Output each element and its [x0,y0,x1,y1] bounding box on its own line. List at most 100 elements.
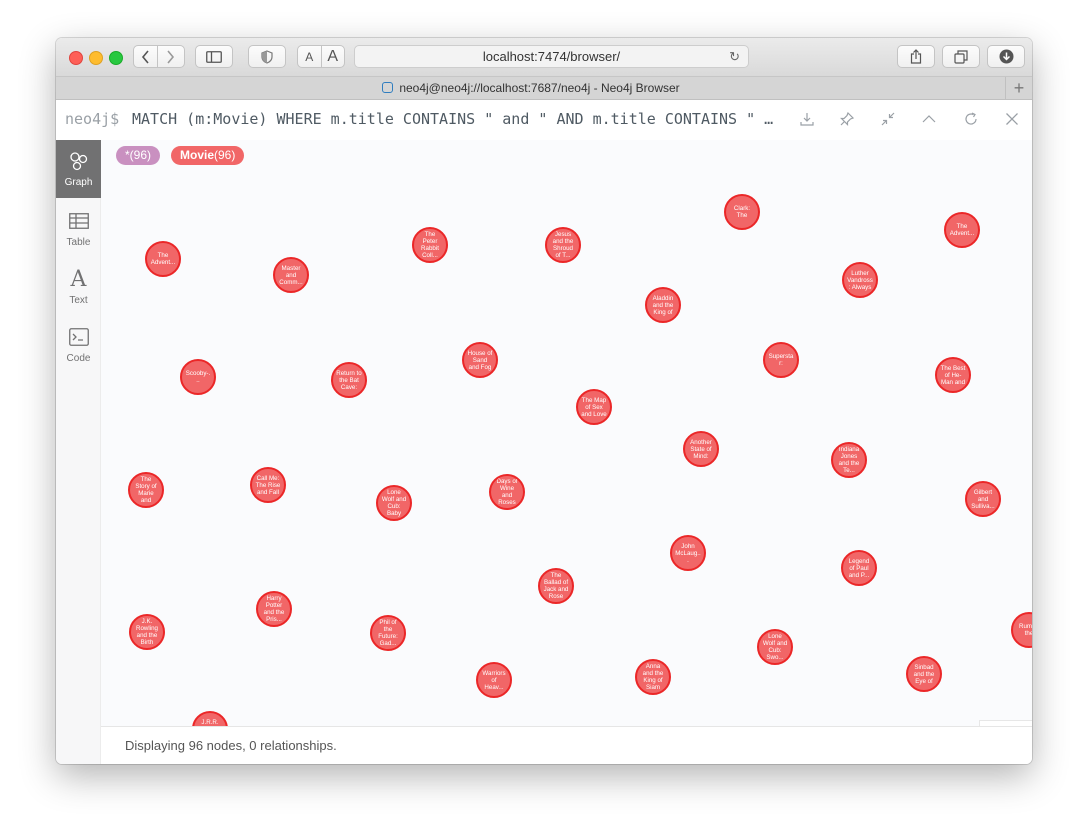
export-button[interactable] [796,108,818,130]
movie-node[interactable]: The Peter Rabbit Coll... [412,227,448,263]
graph-canvas[interactable]: *(96) Movie(96) Clark: The The Advent... T… [101,140,1032,726]
pin-button[interactable] [836,108,858,130]
legend-count: (96) [214,148,236,162]
movie-node[interactable]: J.R.R. Tolkien and the [192,711,228,726]
address-bar[interactable]: localhost:7474/browser/ ↻ [354,45,749,68]
movie-node[interactable]: Another State of Mind: [683,431,719,467]
status-text: Displaying 96 nodes, 0 relationships. [125,738,337,753]
collapse-button[interactable] [877,108,899,130]
address-text: localhost:7474/browser/ [482,49,621,64]
close-window-button[interactable] [69,51,83,65]
movie-node[interactable]: Call Me: The Rise and Fall [250,467,286,503]
browser-window: A A localhost:7474/browser/ ↻ neo4j@neo4… [56,38,1032,764]
movie-node[interactable]: Lone Wolf and Cub: Baby [376,485,412,521]
text-size-control: A A [297,45,345,68]
tabs-overview-button[interactable] [942,45,980,68]
view-tab-label: Code [66,353,91,364]
movie-node[interactable]: Rum of the [1011,612,1032,648]
decrease-text-size-button[interactable]: A [298,46,321,67]
increase-text-size-button[interactable]: A [320,46,345,67]
collapse-arrows-icon [881,112,895,126]
active-tab[interactable]: neo4j@neo4j://localhost:7687/neo4j - Neo… [56,81,1006,95]
tab-bar: neo4j@neo4j://localhost:7687/neo4j - Neo… [56,76,1032,100]
title-bar: A A localhost:7474/browser/ ↻ [56,38,1032,76]
sidebar-icon [206,50,222,63]
minimize-window-button[interactable] [89,51,103,65]
movie-node[interactable]: Anna and the King of Siam [635,659,671,695]
shield-icon [261,49,273,64]
movie-node[interactable]: Master and Comm... [273,257,309,293]
movie-node[interactable]: Return to the Bat Cave: [331,362,367,398]
view-tab-code[interactable]: Code [56,316,101,374]
share-icon [910,49,922,64]
movie-node[interactable]: The Advent... [145,241,181,277]
movie-node[interactable]: Jesus and the Shroud of T... [545,227,581,263]
movie-node[interactable]: The Advent... [944,212,980,248]
movie-node[interactable]: Warriors of Heav... [476,662,512,698]
rerun-button[interactable] [960,108,982,130]
refresh-icon [965,112,977,125]
movie-node[interactable]: Luther Vandross: Always [842,262,878,298]
view-tab-label: Table [66,237,91,248]
movie-node[interactable]: Aladdin and the King of [645,287,681,323]
movie-node[interactable]: The Best of He-Man and [935,357,971,393]
chevron-up-icon [922,115,936,123]
view-tab-text[interactable]: A Text [56,258,101,316]
legend-label: Movie [180,148,215,162]
download-icon [800,113,814,126]
movie-node[interactable]: Scooby-... [180,359,216,395]
movie-node[interactable]: The Story of Marie and [128,472,164,508]
movie-node[interactable]: Harry Potter and the Pris... [256,591,292,627]
movie-node[interactable]: Clark: The [724,194,760,230]
status-bar: Displaying 96 nodes, 0 relationships. [101,726,1032,764]
pin-icon [840,112,854,126]
chevron-right-icon [166,49,174,64]
movie-node[interactable]: Indiana Jones and the Te... [831,442,867,478]
movie-node[interactable]: Superstar: [763,342,799,378]
movie-node[interactable]: The Map of Sex and Love [576,389,612,425]
download-icon [999,49,1013,64]
movie-node[interactable]: House of Sand and Fog [462,342,498,378]
share-button[interactable] [897,45,935,68]
movie-node[interactable]: Sinbad and the Eye of [906,656,942,692]
cypher-prompt: neo4j$ [65,110,120,128]
forward-button[interactable] [157,46,181,67]
tab-title-text: neo4j@neo4j://localhost:7687/neo4j - Neo… [399,81,680,95]
fold-button[interactable] [918,108,940,130]
code-icon [56,324,101,350]
close-frame-button[interactable] [1001,108,1023,130]
neo4j-favicon-icon [382,82,394,93]
view-tab-graph[interactable]: Graph [56,140,101,198]
movie-node[interactable]: Phil of the Future: Gad... [370,615,406,651]
text-icon: A [70,266,87,292]
movie-node[interactable]: Days of Wine and Roses [489,474,525,510]
movie-node[interactable]: John McLaug... [670,535,706,571]
graph-icon [56,148,101,174]
reload-icon[interactable]: ↻ [729,49,740,65]
legend-movie-label[interactable]: Movie(96) [171,146,245,165]
view-switcher: Graph Table A Text Code [56,140,101,764]
sidebar-toggle-button[interactable] [195,45,233,68]
legend-count: (96) [129,148,152,162]
legend-all-nodes[interactable]: *(96) [116,146,161,165]
downloads-button[interactable] [987,45,1025,68]
query-input[interactable]: MATCH (m:Movie) WHERE m.title CONTAINS "… [132,110,780,128]
table-icon [56,208,101,234]
new-tab-button[interactable]: + [1005,77,1032,99]
movie-node[interactable]: The Ballad of Jack and Rose [538,568,574,604]
close-icon [1006,113,1018,125]
history-nav [133,45,185,68]
view-tab-label: Graph [64,177,93,188]
tabs-icon [954,49,968,64]
movie-node[interactable]: Lone Wolf and Cub: Swo... [757,629,793,665]
privacy-report-button[interactable] [248,45,286,68]
movie-node[interactable]: Gilbert and Sulliva... [965,481,1001,517]
movie-node[interactable]: J.K. Rowling and the Birth [129,614,165,650]
view-tab-table[interactable]: Table [56,200,101,258]
query-editor-bar: neo4j$ MATCH (m:Movie) WHERE m.title CON… [56,100,1032,141]
movie-node[interactable]: Legend of Paul and P... [841,550,877,586]
view-tab-label: Text [69,295,88,306]
chevron-left-icon [141,49,149,64]
maximize-window-button[interactable] [109,51,123,65]
back-button[interactable] [134,46,157,67]
